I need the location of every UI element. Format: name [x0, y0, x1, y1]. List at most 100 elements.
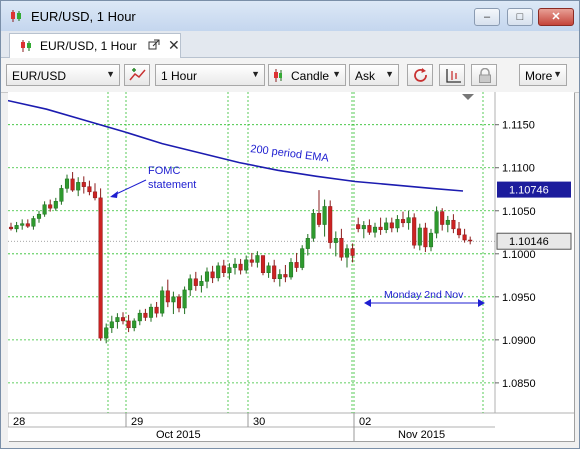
candle-body: [283, 274, 288, 278]
candle-body: [272, 265, 277, 279]
candle-body: [277, 274, 282, 279]
chevron-down-icon: ▼: [332, 69, 341, 79]
candle-body: [148, 306, 154, 318]
candle-body: [328, 206, 333, 243]
window-title: EUR/USD, 1 Hour: [31, 9, 136, 24]
candle-body: [53, 201, 58, 209]
refresh-button[interactable]: [407, 64, 433, 86]
candle: [328, 200, 333, 249]
y-tick-label: 1.0900: [502, 335, 536, 347]
candle-body: [406, 217, 411, 224]
candle-body: [48, 204, 53, 209]
candle-body: [210, 271, 215, 279]
y-tick-label: 1.1150: [502, 120, 535, 132]
candle-body: [462, 234, 467, 241]
tab-close-icon[interactable]: ✕: [168, 37, 180, 54]
candle-body: [378, 226, 383, 230]
candle-body: [126, 320, 131, 329]
minimize-button[interactable]: –: [474, 8, 500, 26]
lock-icon: [479, 68, 491, 83]
candle-body: [8, 226, 14, 230]
candle-body: [255, 255, 260, 263]
candle-body: [188, 278, 193, 291]
symbol-select[interactable]: EUR/USD ▼: [6, 64, 120, 86]
candle-body: [120, 317, 126, 322]
x-day-label: 29: [131, 416, 143, 428]
candle-body: [232, 263, 238, 268]
chevron-down-icon: ▼: [251, 69, 260, 79]
tab-strip: EUR/USD, 1 Hour ✕: [1, 31, 579, 58]
candle: [98, 188, 103, 341]
candle-body: [300, 248, 305, 268]
tab-label: EUR/USD, 1 Hour: [40, 39, 137, 53]
candle-body: [137, 312, 142, 322]
candle-body: [288, 262, 294, 278]
add-indicator-icon: [129, 68, 146, 81]
candle-body: [400, 219, 406, 224]
timeframe-select[interactable]: 1 Hour ▼: [155, 64, 265, 86]
candle-body: [249, 259, 254, 263]
y-tick-label: 1.1100: [502, 163, 535, 175]
price-chart[interactable]: 1.1150 1.1100 1.1050 1.1000 1.0950 1.0900 1.08…: [8, 92, 574, 441]
candle-body: [316, 213, 322, 225]
candle-body: [59, 188, 64, 202]
candle-body: [238, 263, 243, 271]
tab-eurusd[interactable]: EUR/USD, 1 Hour ✕: [9, 33, 181, 58]
lock-button[interactable]: [471, 64, 497, 86]
y-tick-label: 1.1000: [502, 249, 536, 261]
chart-toolbar: EUR/USD ▼ 1 Hour ▼ Candle ▼ Ask ▼ More ▼: [1, 58, 579, 93]
fomc-annotation-line2: statement: [148, 179, 196, 191]
add-indicator-button[interactable]: [124, 64, 150, 86]
candle-body: [333, 238, 338, 243]
x-day-label: 02: [359, 416, 371, 428]
title-bar[interactable]: EUR/USD, 1 Hour – □ ✕: [1, 1, 579, 31]
candle-body: [221, 265, 226, 273]
candle-body: [104, 327, 109, 339]
candle-body: [367, 225, 372, 233]
candle-body: [87, 186, 92, 193]
x-day-label: 28: [13, 416, 25, 428]
candle-body: [350, 248, 355, 256]
candle-body: [445, 219, 450, 225]
candle-body: [372, 226, 378, 233]
candle-body: [92, 191, 98, 199]
popout-icon[interactable]: [148, 39, 160, 51]
last-price-label: 1.10146: [509, 236, 549, 248]
price-side-select[interactable]: Ask ▼: [349, 64, 399, 86]
more-label: More: [525, 69, 553, 83]
ema-price-label: 1.10746: [509, 185, 549, 197]
candle-body: [266, 265, 271, 273]
candle-body: [305, 238, 310, 249]
candle-body: [434, 211, 439, 234]
more-menu-button[interactable]: More ▼: [519, 64, 567, 86]
candle: [300, 245, 305, 271]
candle-body: [260, 255, 266, 273]
candle: [160, 286, 165, 317]
candle-body: [428, 232, 434, 248]
chart-style-select[interactable]: Candle ▼: [268, 64, 346, 86]
candle-body: [115, 317, 120, 323]
maximize-button[interactable]: □: [507, 8, 533, 26]
candle-body: [339, 238, 344, 258]
candle-body: [182, 289, 187, 309]
timeframe-value: 1 Hour: [161, 69, 198, 83]
chevron-down-icon: ▼: [106, 69, 115, 79]
candle-body: [154, 306, 159, 314]
candle-body: [31, 218, 36, 227]
drawing-tools-button[interactable]: [439, 64, 465, 86]
candle-body: [311, 213, 316, 239]
candle: [412, 213, 417, 249]
candle-body: [440, 211, 445, 225]
candle-body: [14, 225, 19, 230]
candle-body: [395, 219, 400, 229]
candle-body: [64, 178, 70, 189]
candle-body: [294, 262, 299, 268]
candle: [260, 255, 266, 276]
close-button[interactable]: ✕: [538, 8, 574, 26]
candle-body: [322, 206, 327, 225]
candle-body: [456, 228, 462, 236]
candle-body: [36, 213, 42, 219]
candle-body: [417, 227, 422, 246]
candle-body: [132, 320, 137, 329]
candle-style-icon: [274, 69, 282, 82]
